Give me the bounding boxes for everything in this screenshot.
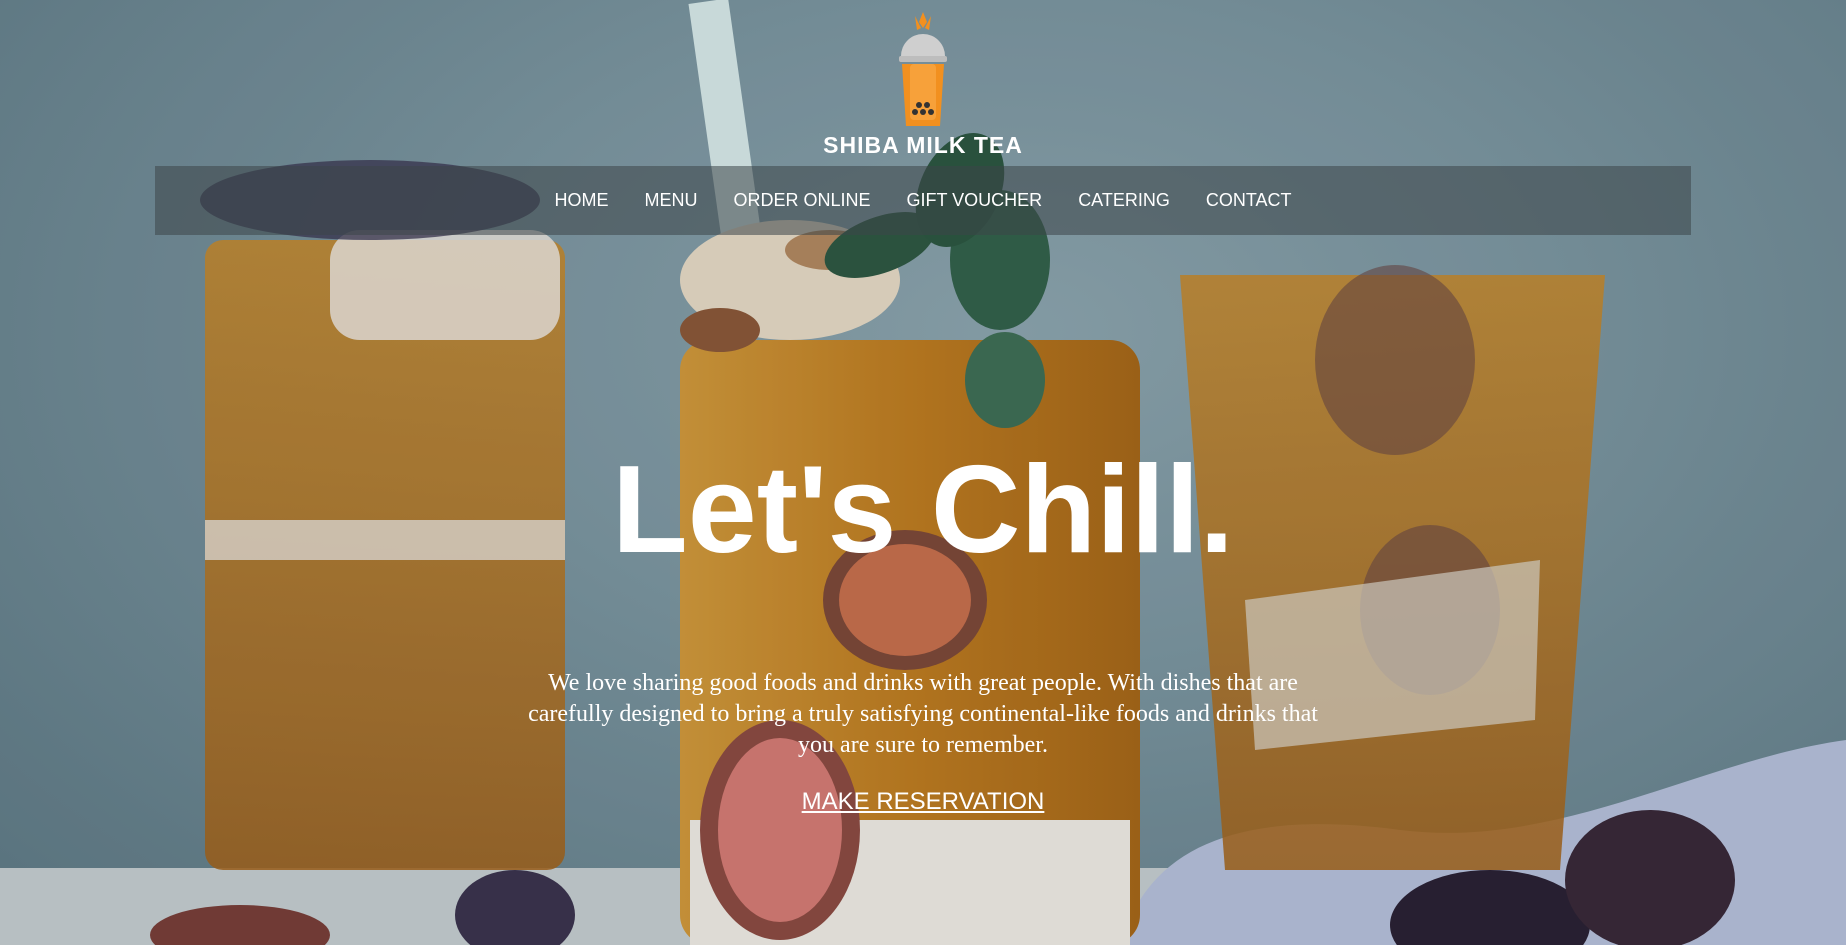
nav-item-order-online[interactable]: ORDER ONLINE — [733, 190, 870, 211]
make-reservation-link[interactable]: MAKE RESERVATION — [802, 788, 1045, 815]
nav-item-home[interactable]: HOME — [554, 190, 608, 211]
main-nav: HOME MENU ORDER ONLINE GIFT VOUCHER CATE… — [155, 166, 1691, 235]
nav-item-contact[interactable]: CONTACT — [1206, 190, 1292, 211]
nav-item-gift-voucher[interactable]: GIFT VOUCHER — [907, 190, 1043, 211]
site-logo[interactable]: SHIBA MILK TEA — [0, 10, 1846, 159]
hero-intro: We love sharing good foods and drinks wi… — [528, 670, 1318, 758]
cta-container: MAKE RESERVATION — [0, 788, 1846, 816]
nav-item-menu[interactable]: MENU — [644, 190, 697, 211]
nav-item-catering[interactable]: CATERING — [1078, 190, 1170, 211]
brand-name: SHIBA MILK TEA — [823, 132, 1023, 158]
hero-headline: Let's Chill. — [612, 441, 1234, 579]
boba-cup-icon — [899, 12, 947, 126]
